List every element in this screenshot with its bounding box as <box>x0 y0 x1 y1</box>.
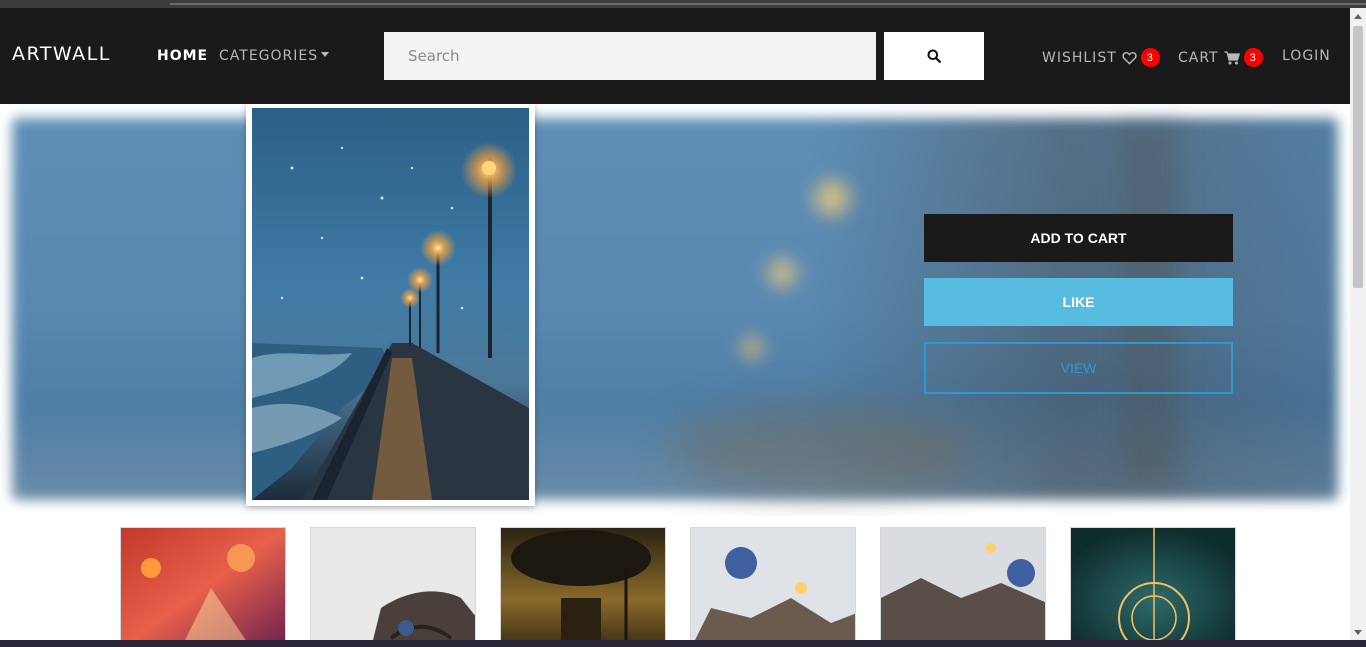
chevron-down-icon <box>321 51 330 57</box>
thumbnail-image <box>881 528 1045 646</box>
like-button[interactable]: LIKE <box>924 278 1233 326</box>
shopping-cart-icon <box>1224 50 1240 64</box>
scrollbar-thumb[interactable] <box>1353 26 1363 288</box>
wishlist-link[interactable]: WISHLIST 3 <box>1042 48 1160 67</box>
nav-categories-dropdown[interactable]: CATEGORIES <box>219 48 330 64</box>
painting-thumbnail[interactable] <box>120 527 286 647</box>
heart-icon <box>1122 51 1137 65</box>
navbar: ARTWALL HOME CATEGORIES WISHLIST 3 CART … <box>0 8 1350 104</box>
search-icon <box>927 49 941 63</box>
wishlist-count-badge: 3 <box>1140 48 1160 67</box>
login-link[interactable]: LOGIN <box>1282 48 1331 64</box>
painting-thumbnail[interactable] <box>880 527 1046 647</box>
cart-count-badge: 3 <box>1243 48 1263 67</box>
thumbnail-gallery <box>0 516 1350 647</box>
scroll-up-icon[interactable] <box>1354 14 1362 19</box>
painting-thumbnail[interactable] <box>1070 527 1236 647</box>
brand-logo[interactable]: ARTWALL <box>12 43 111 65</box>
add-to-cart-button[interactable]: ADD TO CART <box>924 214 1233 262</box>
hero-glow <box>670 404 970 494</box>
nav-home-link[interactable]: HOME <box>157 48 208 64</box>
view-button[interactable]: VIEW <box>924 342 1233 394</box>
painting-thumbnail[interactable] <box>310 527 476 647</box>
nav-categories-label: CATEGORIES <box>219 48 319 64</box>
search-button[interactable] <box>884 32 984 80</box>
cart-link[interactable]: CART 3 <box>1178 48 1263 67</box>
scroll-down-icon[interactable] <box>1354 630 1362 635</box>
cart-label: CART <box>1178 49 1219 66</box>
thumbnail-image <box>691 528 855 646</box>
thumbnail-image <box>501 528 665 646</box>
painting-thumbnail[interactable] <box>690 527 856 647</box>
page-scrollbar[interactable] <box>1350 8 1366 640</box>
thumbnail-image <box>1071 528 1235 646</box>
featured-painting[interactable] <box>246 104 535 506</box>
wishlist-label: WISHLIST <box>1042 49 1117 66</box>
window-top-strip <box>0 0 1366 8</box>
hero-banner: ADD TO CART LIKE VIEW <box>0 104 1350 516</box>
thumbnail-image <box>121 528 285 646</box>
thumbnail-image <box>311 528 475 646</box>
search-input[interactable] <box>384 32 876 80</box>
window-bottom-strip <box>0 640 1366 647</box>
featured-painting-image <box>252 108 529 500</box>
painting-thumbnail[interactable] <box>500 527 666 647</box>
